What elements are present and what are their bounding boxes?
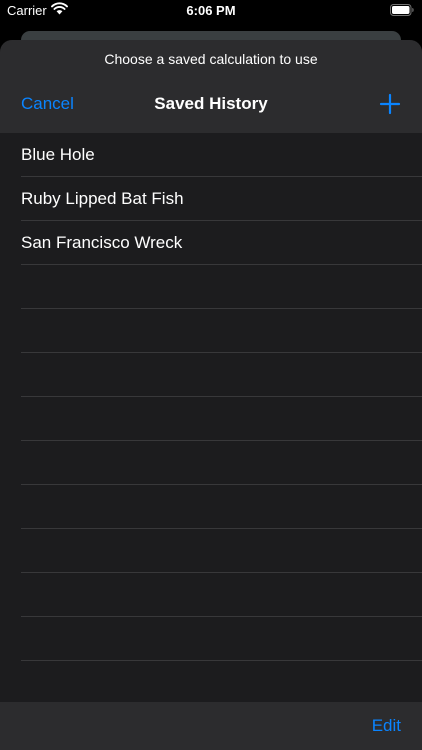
empty-row	[21, 353, 422, 397]
edit-button[interactable]: Edit	[372, 716, 401, 736]
empty-row	[21, 661, 422, 705]
sheet-prompt: Choose a saved calculation to use	[104, 51, 318, 67]
empty-row	[21, 265, 422, 309]
empty-row	[21, 397, 422, 441]
list-item[interactable]: San Francisco Wreck	[21, 221, 422, 265]
page-title: Saved History	[154, 94, 268, 113]
empty-row	[21, 441, 422, 485]
empty-row	[21, 309, 422, 353]
saved-history-list: Blue Hole Ruby Lipped Bat Fish San Franc…	[0, 133, 422, 705]
navigation-bar: Choose a saved calculation to use Cancel…	[0, 40, 422, 133]
empty-row	[21, 573, 422, 617]
bottom-toolbar: Edit	[0, 702, 422, 750]
battery-full-icon	[390, 4, 414, 16]
empty-row	[21, 485, 422, 529]
empty-row	[21, 617, 422, 661]
list-item[interactable]: Blue Hole	[21, 133, 422, 177]
status-time: 6:06 PM	[186, 3, 236, 18]
saved-history-sheet: Choose a saved calculation to use Cancel…	[0, 40, 422, 750]
status-bar: Carrier 6:06 PM	[0, 0, 422, 22]
list-item[interactable]: Ruby Lipped Bat Fish	[21, 177, 422, 221]
plus-icon[interactable]	[379, 93, 401, 115]
empty-row	[21, 529, 422, 573]
